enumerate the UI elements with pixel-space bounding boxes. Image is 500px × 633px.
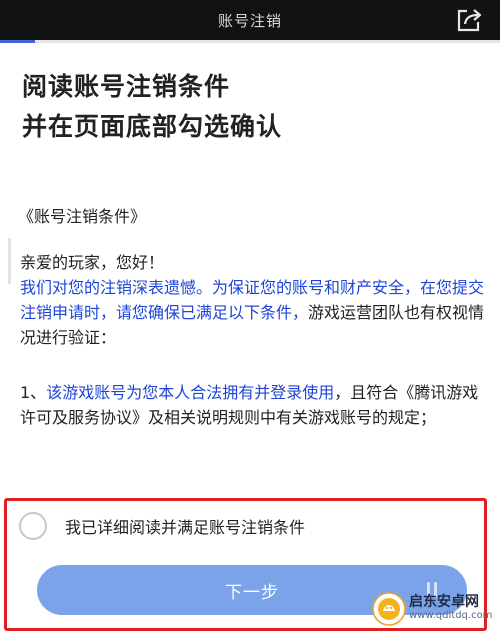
agree-checkbox-label[interactable]: 我已详细阅读并满足账号注销条件 [65,514,305,538]
content-fade [0,455,500,500]
greeting-text: 亲爱的玩家，您好！ [20,253,165,272]
instruction-heading: 阅读账号注销条件 并在页面底部勾选确认 [22,67,482,147]
site-watermark: 启东安卓网 www.qdltdq.com [372,592,492,626]
document-title: 《账号注销条件》 [18,207,147,226]
heading-line-2: 并在页面底部勾选确认 [22,112,283,141]
item-1-highlight-text: 该游戏账号为您本人合法拥有并登录使用 [46,383,335,402]
item-1-number: 1、 [20,383,47,402]
watermark-logo-icon [372,592,406,626]
terms-intro: 亲爱的玩家，您好！ 我们对您的注销深表遗憾。为保证您的账号和财产安全，在您提交注… [20,250,485,350]
watermark-name: 启东安卓网 [409,594,479,610]
next-step-label: 下一步 [225,582,279,603]
page-title: 账号注销 [217,11,282,30]
agree-checkbox-row[interactable]: 我已详细阅读并满足账号注销条件 [19,512,305,540]
progress-fill [0,40,35,43]
heading-line-1: 阅读账号注销条件 [22,72,231,101]
share-icon [457,9,482,32]
terms-item-1: 1、该游戏账号为您本人合法拥有并登录使用，且符合《腾讯游戏许可及服务协议》及相关… [20,380,485,430]
watermark-url: www.qdltdq.com [409,610,493,621]
progress-bar [0,40,500,43]
agree-checkbox[interactable] [19,512,47,540]
scroll-indicator [8,238,11,284]
top-bar: 账号注销 [0,0,500,40]
share-button[interactable] [454,5,486,35]
